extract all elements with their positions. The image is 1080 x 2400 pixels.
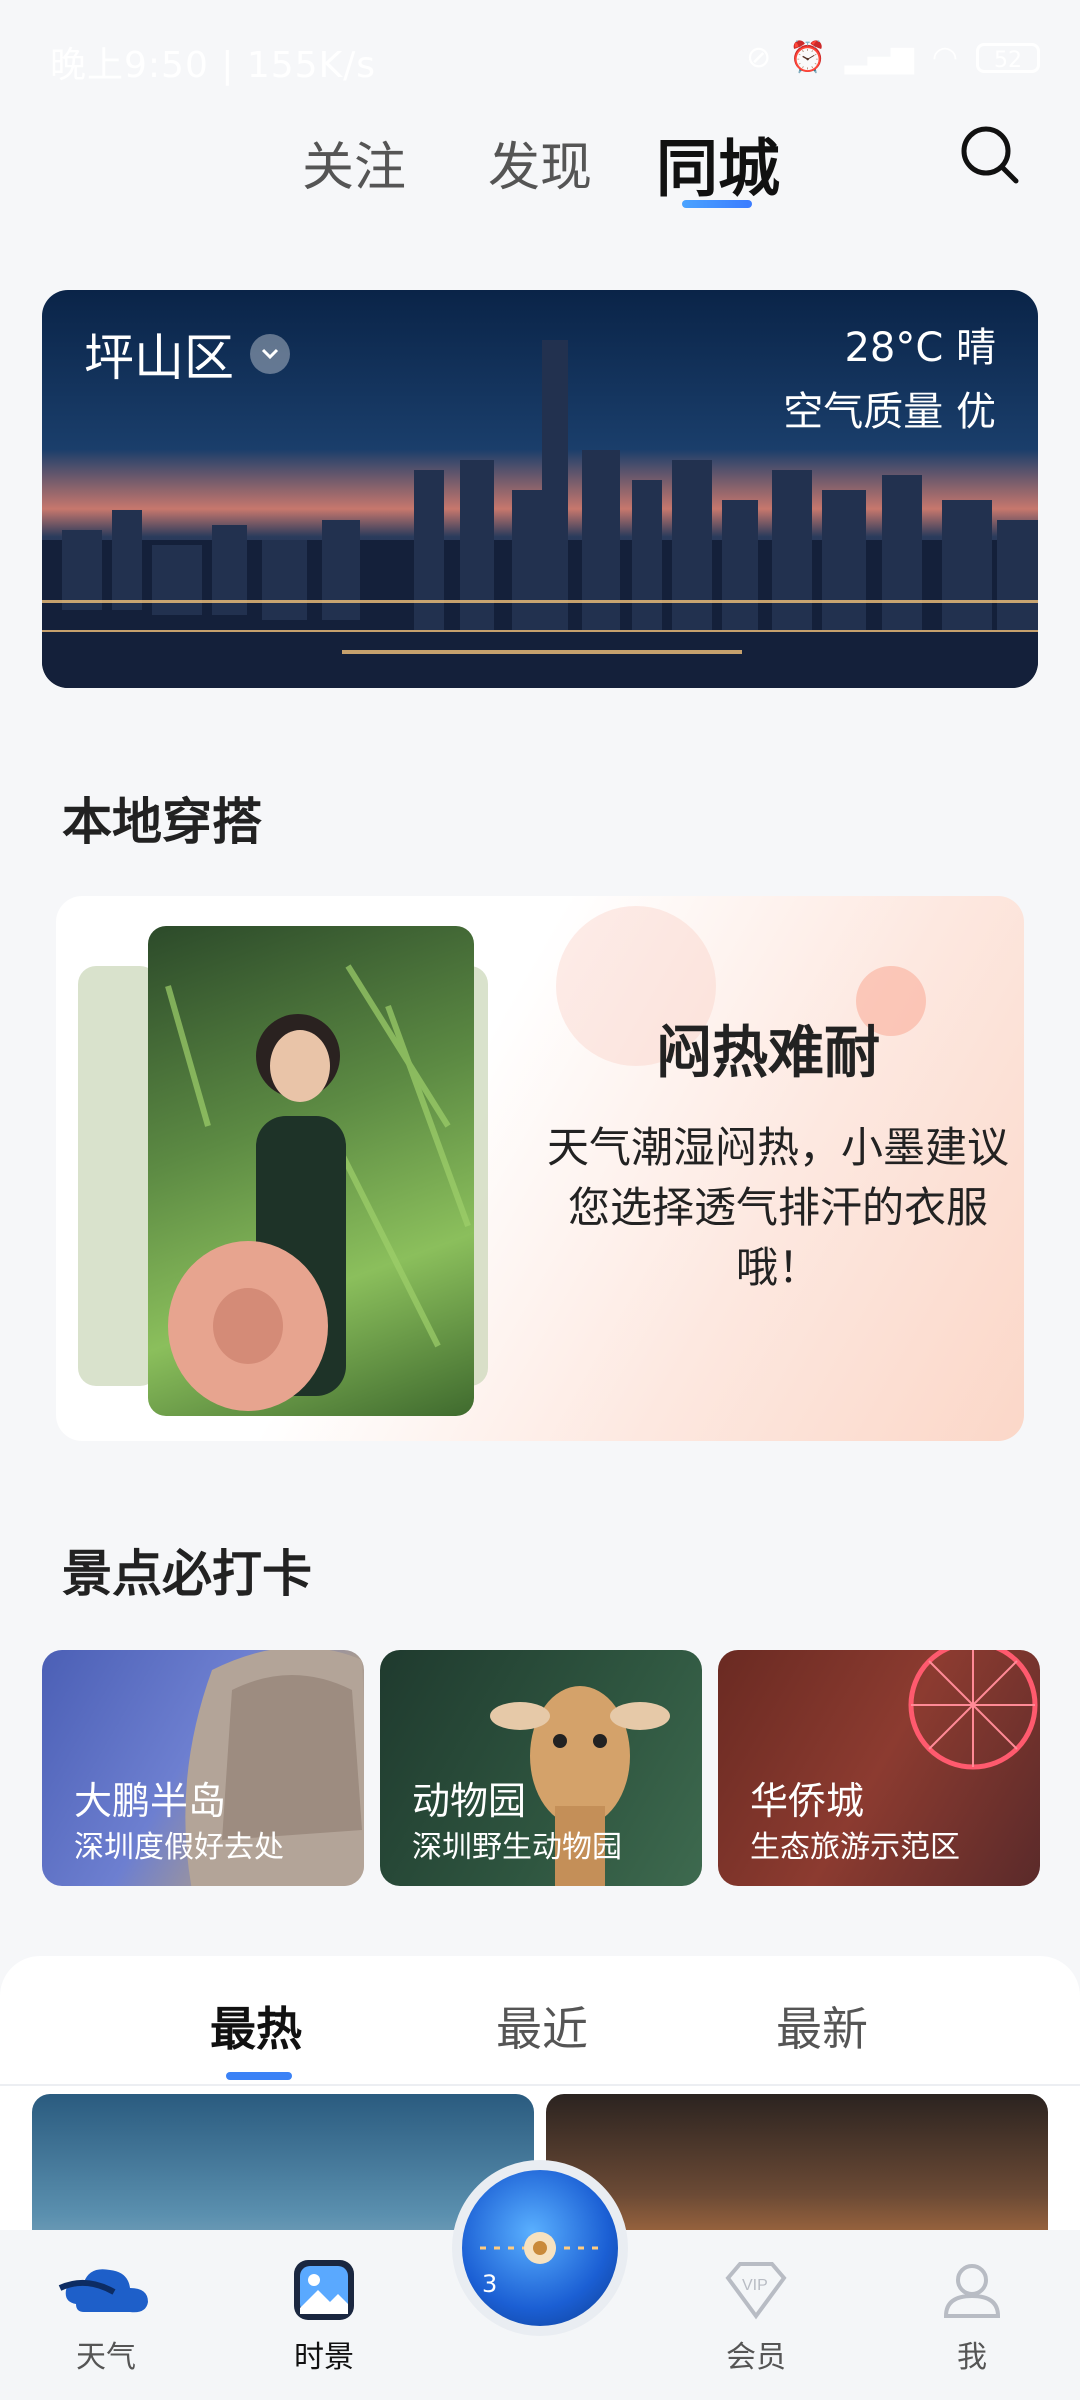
nav-weather[interactable]: 天气 (26, 2258, 186, 2376)
outfit-section-title: 本地穿搭 (62, 793, 262, 851)
vip-icon: VIP (725, 2262, 787, 2320)
attraction-name: 大鹏半岛 (74, 1779, 227, 1823)
attraction-card-dapeng[interactable]: 大鹏半岛 深圳度假好去处 (42, 1650, 364, 1886)
tab-local[interactable]: 同城 (656, 118, 780, 208)
city-banner[interactable]: 坪山区 28°C 晴 空气质量 优 (42, 290, 1038, 688)
district-label: 坪山区 (84, 329, 234, 387)
center-camera-button[interactable]: 3 (452, 2160, 628, 2336)
nav-vip-label: 会员 (726, 2340, 786, 2375)
attraction-card-octbay[interactable]: 华侨城 生态旅游示范区 (718, 1650, 1040, 1886)
ferris-wheel-image (908, 1650, 1038, 1770)
nav-timeview[interactable]: 时景 (244, 2258, 404, 2376)
feed-tab-hot[interactable]: 最热 (210, 1993, 302, 2059)
alarm-icon: ⏰ (789, 40, 827, 75)
wifi-icon: ◠ (931, 40, 958, 75)
center-button-badge: 3 (482, 2270, 498, 2298)
feed-tab-recent[interactable]: 最近 (496, 1993, 588, 2059)
district-selector[interactable]: 坪山区 (84, 318, 290, 390)
svg-text:VIP: VIP (742, 2277, 768, 2294)
attractions-section-title: 景点必打卡 (62, 1545, 312, 1603)
outfit-headline: 闷热难耐 (656, 1021, 880, 1086)
signal-icon: ▂▄▆ (844, 40, 914, 75)
weather-info: 28°C 晴 空气质量 优 (783, 316, 996, 444)
attraction-name: 动物园 (412, 1779, 527, 1823)
chevron-down-icon (250, 334, 290, 374)
air-quality: 空气质量 优 (783, 389, 996, 435)
attraction-subtitle: 深圳野生动物园 (412, 1830, 622, 1865)
feed-tab-newest[interactable]: 最新 (776, 1993, 868, 2059)
tab-discover[interactable]: 发现 (488, 125, 592, 200)
outfit-photo-stack[interactable] (78, 926, 498, 1416)
search-icon[interactable] (960, 125, 1020, 185)
outfit-photo (148, 926, 474, 1416)
active-tab-indicator (682, 200, 752, 208)
outfit-card[interactable]: 闷热难耐 天气潮湿闷热，小墨建议您选择透气排汗的衣服哦！ (56, 896, 1024, 1441)
mute-icon: ⊘ (746, 40, 772, 75)
profile-icon (943, 2264, 1001, 2318)
attraction-subtitle: 生态旅游示范区 (750, 1830, 960, 1865)
divider (0, 2084, 1080, 2086)
nav-weather-label: 天气 (76, 2340, 136, 2375)
outfit-advice: 天气潮湿闷热，小墨建议您选择透气排汗的衣服哦！ (546, 1123, 1009, 1292)
battery-indicator: 52 (976, 42, 1040, 73)
attraction-name: 华侨城 (750, 1779, 865, 1823)
nav-profile-label: 我 (957, 2340, 987, 2375)
feed-tab-indicator (226, 2072, 292, 2080)
weather-cloud-icon (58, 2269, 148, 2313)
weather-temperature: 28°C 晴 (844, 325, 996, 371)
gallery-icon (294, 2260, 354, 2320)
nav-vip[interactable]: VIP 会员 (676, 2258, 836, 2376)
attraction-card-zoo[interactable]: 动物园 深圳野生动物园 (380, 1650, 702, 1886)
photo-back-left (78, 966, 158, 1386)
tab-follow[interactable]: 关注 (302, 125, 406, 200)
attraction-subtitle: 深圳度假好去处 (74, 1830, 284, 1865)
status-icons: ⊘ ⏰ ▂▄▆ ◠ 52 (746, 40, 1040, 75)
status-time: 晚上9:50 | 155K/s (50, 45, 377, 86)
nav-profile[interactable]: 我 (892, 2258, 1052, 2376)
nav-timeview-label: 时景 (294, 2340, 354, 2375)
camera-dial-icon (480, 2232, 600, 2264)
